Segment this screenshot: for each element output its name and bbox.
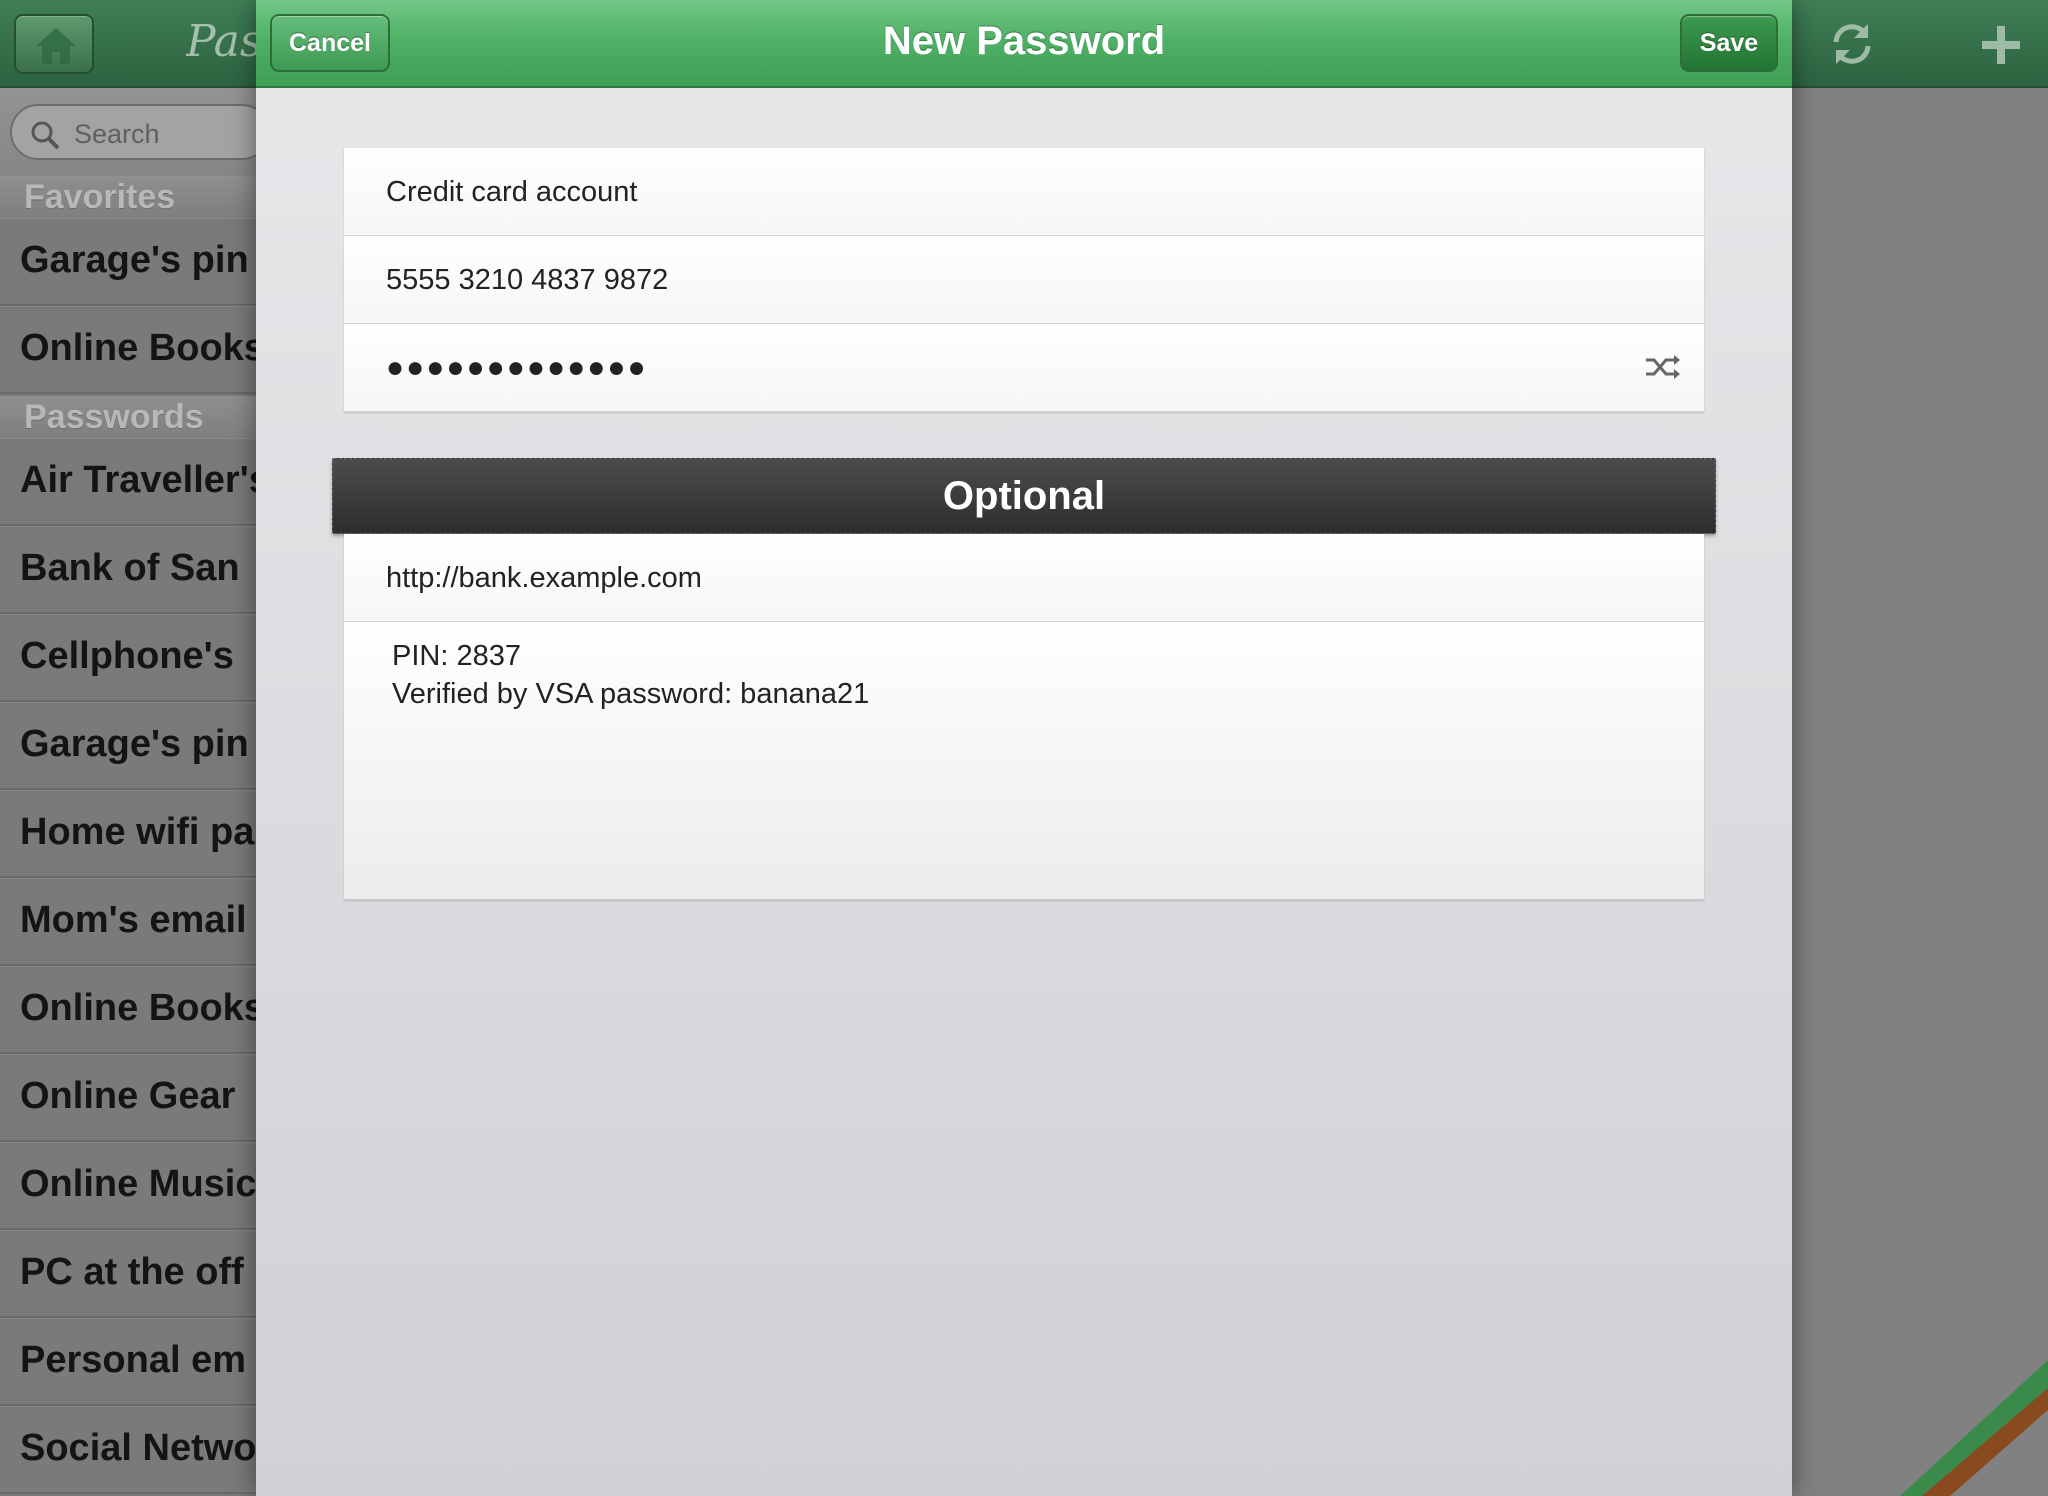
- optional-section-header: Optional: [332, 458, 1716, 534]
- search-input[interactable]: Search: [10, 104, 270, 160]
- list-item-label: Home wifi pa: [20, 811, 255, 853]
- url-field[interactable]: http://bank.example.com: [344, 534, 1704, 622]
- save-button[interactable]: Save: [1680, 14, 1778, 72]
- username-field[interactable]: 5555 3210 4837 9872: [344, 236, 1704, 324]
- decorative-stripe: [1900, 1360, 2048, 1496]
- sheet-title: New Password: [882, 19, 1166, 63]
- list-item[interactable]: Bank of San: [0, 526, 260, 614]
- list-item[interactable]: Mom's email: [0, 878, 260, 966]
- sync-icon: [1833, 24, 1871, 64]
- notes-textarea[interactable]: PIN: 2837 Verified by VSA password: bana…: [344, 622, 1704, 900]
- list-item-label: Cellphone's: [20, 635, 234, 677]
- list-item[interactable]: Garage's pin: [0, 702, 260, 790]
- list-item-label: Garage's pin: [20, 239, 249, 281]
- detail-pane: [1792, 88, 2048, 1496]
- home-button[interactable]: [14, 14, 94, 74]
- plus-icon: [1982, 26, 2020, 64]
- list-item[interactable]: Online Books: [0, 306, 265, 394]
- list-item-label: Online Books: [20, 987, 265, 1029]
- sheet-navbar: New Password Cancel Save: [256, 0, 1792, 88]
- list-item-label: Garage's pin: [20, 723, 249, 765]
- app-title: Pas: [186, 16, 263, 67]
- list-item-label: Online Gear: [20, 1075, 236, 1117]
- add-button[interactable]: [1972, 16, 2030, 74]
- list-item[interactable]: Social Netwo: [0, 1406, 260, 1494]
- username-value: 5555 3210 4837 9872: [386, 264, 669, 296]
- url-value: http://bank.example.com: [386, 562, 702, 594]
- list-item-label: Online Books: [20, 327, 265, 369]
- list-item-label: Social Netwo: [20, 1427, 257, 1469]
- list-item[interactable]: Home wifi pa: [0, 790, 260, 878]
- title-field[interactable]: Credit card account: [344, 148, 1704, 236]
- required-fields-group: Credit card account 5555 3210 4837 9872 …: [344, 148, 1704, 412]
- password-list-pane: Search Favorites Garage's pin Online Boo…: [0, 88, 270, 1496]
- optional-fields-group: http://bank.example.com PIN: 2837 Verifi…: [344, 534, 1704, 900]
- list-item[interactable]: Air Traveller's: [0, 438, 270, 526]
- list-item[interactable]: PC at the off: [0, 1230, 260, 1318]
- password-value: ●●●●●●●●●●●●●: [386, 351, 648, 384]
- sync-button[interactable]: [1826, 18, 1878, 70]
- list-item[interactable]: Online Gear: [0, 1054, 260, 1142]
- list-item-label: Air Traveller's: [20, 459, 270, 501]
- list-item-label: Online Music: [20, 1163, 257, 1205]
- list-item-label: Mom's email: [20, 899, 247, 941]
- list-item-label: Personal em: [20, 1339, 246, 1381]
- home-icon: [36, 28, 76, 64]
- notes-line: PIN: 2837: [392, 640, 521, 672]
- title-value: Credit card account: [386, 176, 638, 208]
- password-field[interactable]: ●●●●●●●●●●●●●: [344, 324, 1704, 412]
- list-item[interactable]: Personal em: [0, 1318, 260, 1406]
- list-item-label: Bank of San: [20, 547, 240, 589]
- list-item[interactable]: Garage's pin: [0, 218, 260, 306]
- search-placeholder: Search: [74, 119, 160, 149]
- list-item[interactable]: Online Books: [0, 966, 265, 1054]
- cancel-button[interactable]: Cancel: [270, 14, 390, 72]
- list-item-label: PC at the off: [20, 1251, 244, 1293]
- favorites-header: Favorites: [0, 176, 260, 218]
- search-icon: [31, 121, 60, 150]
- list-item[interactable]: Cellphone's: [0, 614, 260, 702]
- notes-line: Verified by VSA password: banana21: [392, 678, 870, 710]
- new-password-sheet: New Password Cancel Save Credit card acc…: [256, 0, 1792, 1496]
- list-item[interactable]: Online Music: [0, 1142, 260, 1230]
- passwords-header: Passwords: [0, 396, 260, 438]
- search-bar: Search: [0, 88, 270, 176]
- shuffle-icon[interactable]: [1644, 352, 1682, 382]
